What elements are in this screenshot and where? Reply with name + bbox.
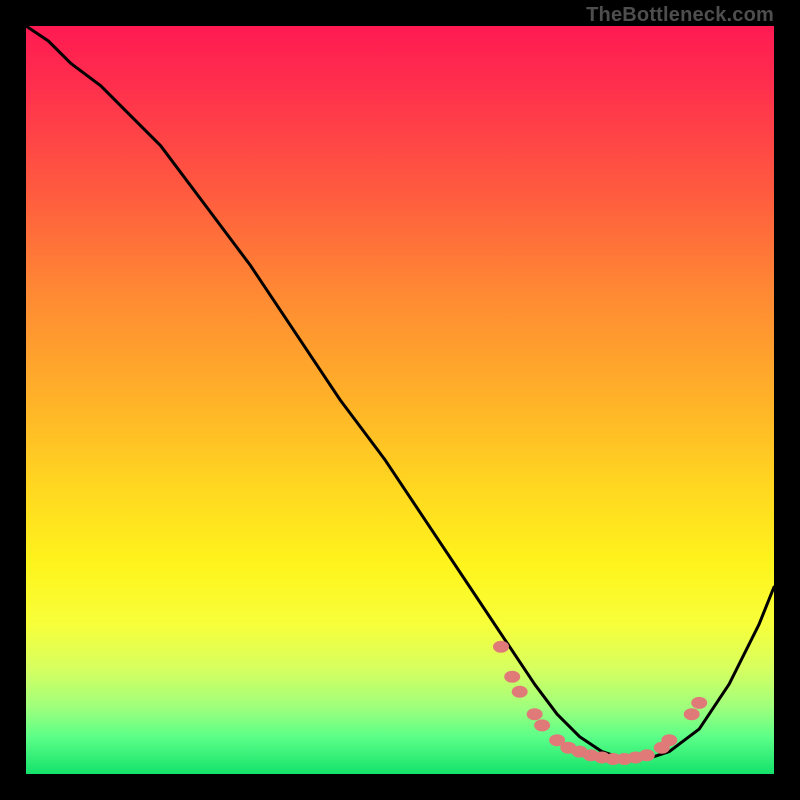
data-marker [684,708,700,720]
data-marker [691,697,707,709]
data-marker [493,641,509,653]
data-marker [504,671,520,683]
data-marker [661,734,677,746]
data-marker [512,686,528,698]
data-marker [527,708,543,720]
plot-area [26,26,774,774]
chart-markers [26,26,774,774]
attribution-text: TheBottleneck.com [586,4,774,27]
data-marker [534,719,550,731]
outer-frame: TheBottleneck.com [0,0,800,800]
data-marker [639,749,655,761]
